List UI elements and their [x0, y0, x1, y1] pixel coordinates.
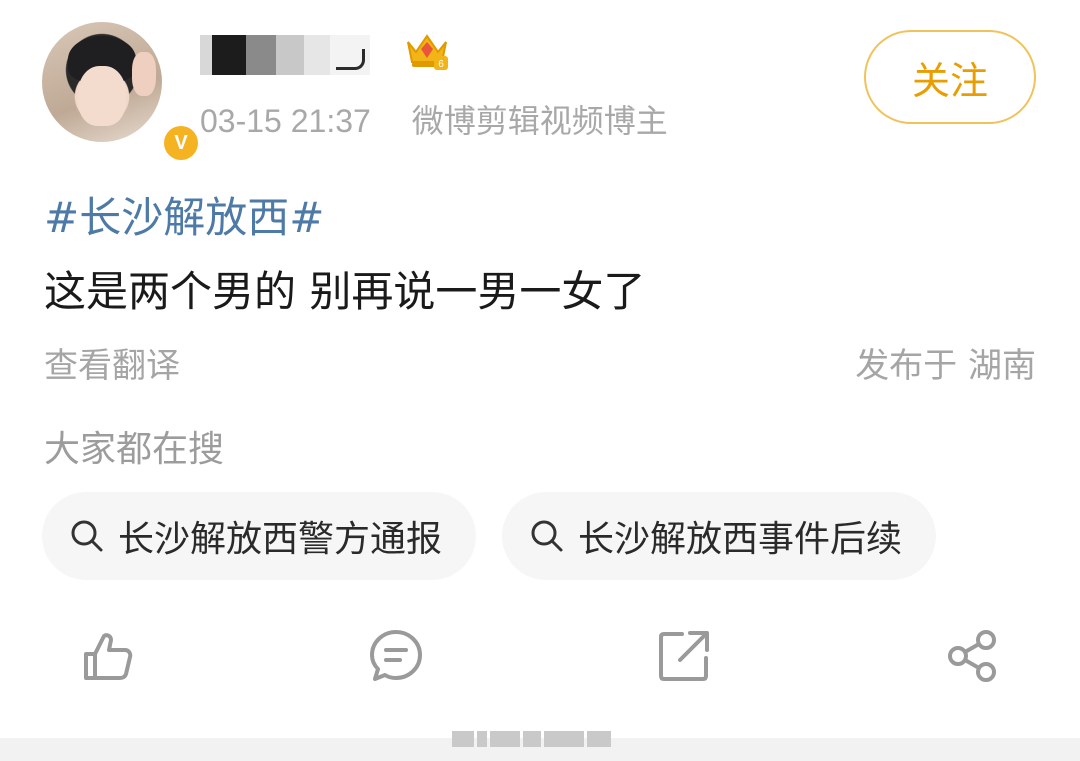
- crown-level-icon: 6: [407, 34, 448, 70]
- user-tag: 微博剪辑视频博主: [411, 103, 668, 139]
- repost-icon[interactable]: [656, 628, 712, 684]
- post-meta: 03-15 21:37 微博剪辑视频博主: [200, 96, 668, 140]
- trending-search-chip[interactable]: 长沙解放西警方通报: [42, 492, 476, 580]
- trending-title: 大家都在搜: [44, 429, 225, 470]
- post-text: 这是两个男的 别再说一男一女了: [44, 267, 646, 316]
- post-location: 发布于 湖南: [855, 346, 1036, 386]
- avatar[interactable]: V: [42, 22, 202, 164]
- share-icon[interactable]: [944, 628, 1000, 684]
- post-timestamp: 03-15 21:37: [200, 103, 371, 139]
- username-redacted[interactable]: [200, 32, 378, 78]
- verified-badge-icon: V: [160, 122, 202, 164]
- svg-text:6: 6: [438, 59, 444, 70]
- trending-search-label: 长沙解放西事件后续: [578, 519, 903, 560]
- follow-button[interactable]: 关注: [864, 30, 1036, 124]
- search-icon: [531, 520, 563, 552]
- weibo-post-card: V 6 03-15 21:37 微博剪辑视频博主 关注 #长沙解放西# 这是两个…: [0, 0, 1080, 761]
- translate-link[interactable]: 查看翻译: [44, 338, 180, 387]
- comment-icon[interactable]: [368, 628, 424, 684]
- like-icon[interactable]: [80, 628, 136, 684]
- trending-search-label: 长沙解放西警方通报: [118, 519, 443, 560]
- watermark-redacted: [452, 728, 632, 750]
- search-icon: [71, 520, 103, 552]
- hashtag-link[interactable]: #长沙解放西#: [44, 184, 324, 245]
- trending-search-chip[interactable]: 长沙解放西事件后续: [502, 492, 936, 580]
